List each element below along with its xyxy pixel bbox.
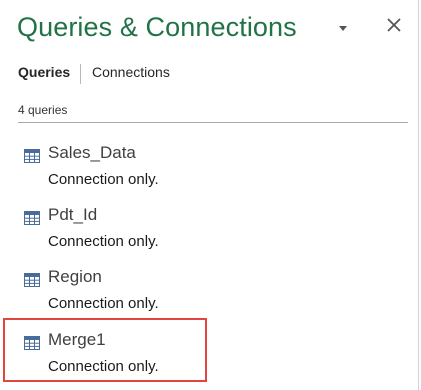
query-name: Pdt_Id (48, 205, 98, 224)
query-item-region[interactable]: Region Connection only. (18, 267, 378, 325)
query-status: Connection only. (48, 171, 159, 188)
query-count: 4 queries (18, 103, 68, 117)
table-icon (24, 211, 40, 225)
pane-title: Queries & Connections (17, 12, 297, 42)
caret-down-icon (339, 26, 347, 31)
tab-divider (80, 64, 81, 84)
pane-border (418, 0, 419, 390)
pane-options-button[interactable] (336, 22, 350, 34)
highlight-box (3, 318, 207, 382)
close-pane-button[interactable] (385, 16, 403, 34)
divider (18, 122, 408, 123)
query-status: Connection only. (48, 295, 159, 312)
close-icon (387, 18, 401, 32)
query-name: Region (48, 267, 102, 286)
table-icon (24, 149, 40, 163)
tab-queries[interactable]: Queries (18, 64, 70, 80)
query-status: Connection only. (48, 233, 159, 250)
query-name: Sales_Data (48, 143, 136, 162)
table-icon (24, 273, 40, 287)
query-item-sales-data[interactable]: Sales_Data Connection only. (18, 143, 378, 201)
query-item-pdt-id[interactable]: Pdt_Id Connection only. (18, 205, 378, 263)
tab-connections[interactable]: Connections (92, 64, 170, 80)
